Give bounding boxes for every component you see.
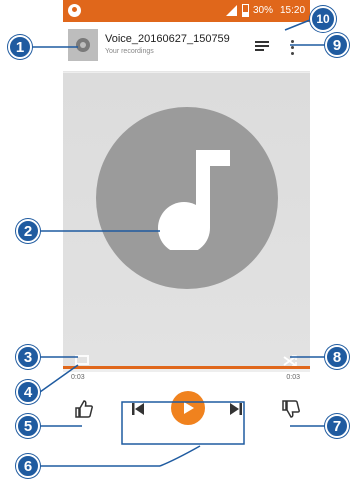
play-icon[interactable] [171,391,205,425]
signal-icon [226,5,237,16]
callout-5: 5 [16,414,40,438]
time-row: 0:03 0:03 [63,372,310,384]
callout-6: 6 [16,454,40,478]
callout-3: 3 [16,345,40,369]
disc-icon [76,38,90,52]
notification-icon [68,4,81,17]
total-time: 0:03 [286,374,300,381]
progress-bar[interactable] [63,366,310,369]
battery-icon [242,4,249,17]
status-bar: 30% 15:20 [63,0,310,22]
callout-1: 1 [8,35,32,59]
callout-7: 7 [325,414,349,438]
track-title: Voice_20160627_150759 [105,33,230,45]
skip-previous-icon[interactable] [128,399,148,419]
clock: 15:20 [280,5,306,16]
skip-next-icon[interactable] [226,399,246,419]
callout-2: 2 [16,219,40,243]
current-time: 0:03 [71,374,85,381]
more-vert-icon[interactable] [289,40,295,56]
battery-level: 30% [253,5,274,16]
now-playing-header: Voice_20160627_150759 Your recordings [63,22,310,72]
thumbs-down-icon[interactable] [280,398,302,420]
thumbs-up-icon[interactable] [73,398,95,420]
track-subtitle: Your recordings [105,48,154,55]
phone-screen: 30% 15:20 Voice_20160627_150759 Your rec… [63,0,310,449]
album-thumb-icon[interactable] [68,29,98,61]
callout-4: 4 [16,380,40,404]
album-art-area [63,73,310,369]
queue-icon[interactable] [255,41,269,53]
callout-8: 8 [325,345,349,369]
repeat-icon[interactable] [75,355,89,365]
callout-9: 9 [325,33,349,57]
music-note-icon [158,150,230,250]
playback-controls [63,384,310,449]
callout-10: 10 [310,6,336,32]
